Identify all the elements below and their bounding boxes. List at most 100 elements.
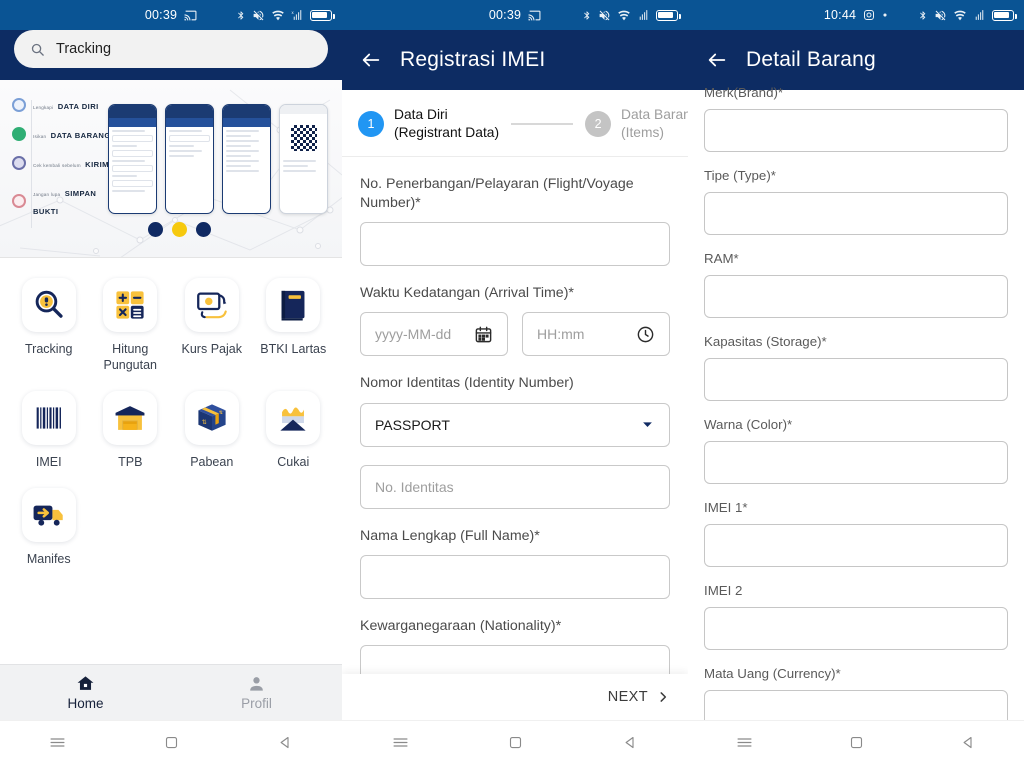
promo-banner[interactable]: Lengkapi DATA DIRI Isikan DATA BARANG Ce… [0, 80, 342, 258]
tab-home[interactable]: Home [0, 674, 171, 711]
status-bar-center: 00:39 [489, 8, 541, 22]
banner-rail [31, 100, 32, 228]
menu-item-pabean[interactable]: ⇅ ⇅ Pabean [171, 391, 253, 470]
kapasitas-input[interactable] [704, 357, 1008, 401]
triangle-back-icon[interactable] [623, 735, 638, 750]
stepper-connector [511, 123, 574, 125]
identity-type-select[interactable]: PASSPORT [360, 402, 670, 447]
battery-icon [656, 9, 681, 21]
android-nav-bar [0, 720, 342, 764]
arrival-date-input[interactable]: yyyy-MM-dd [360, 312, 508, 357]
flight-number-input[interactable] [360, 222, 670, 267]
triangle-back-icon[interactable] [961, 735, 976, 750]
triangle-back-icon[interactable] [278, 735, 293, 750]
menu-item-label: IMEI [35, 455, 62, 469]
banner-phone-mockups [108, 104, 328, 214]
ram-input[interactable] [704, 274, 1008, 318]
stepper-label-1-line1: Data Diri [394, 107, 448, 122]
wifi-icon [954, 10, 966, 20]
identity-number-input[interactable]: No. Identitas [360, 464, 670, 509]
menu-item-manifes[interactable]: Manifes [8, 488, 90, 567]
field-label-full-name: Nama Lengkap (Full Name)* [360, 527, 540, 544]
home-icon [77, 676, 94, 690]
arrival-datetime-row: yyyy-MM-dd HH:mm [360, 312, 670, 357]
stepper-label-2: Data Barang (Items) [621, 106, 688, 142]
tipe-input[interactable] [704, 191, 1008, 235]
menu-item-hitung-pungutan[interactable]: Hitung Pungutan [90, 278, 172, 373]
page-title: Detail Barang [746, 48, 876, 71]
banner-step-3-small: Cek kembali sebelum [33, 163, 81, 168]
menu-item-btki-lartas[interactable]: BTKI Lartas [253, 278, 335, 373]
merk-input[interactable] [704, 108, 1008, 152]
registration-form: No. Penerbangan/Pelayaran (Flight/Voyage… [342, 157, 688, 764]
banner-step-2-small: Isikan [33, 134, 47, 139]
page-title: Registrasi IMEI [400, 48, 546, 71]
signal-icon: x [292, 9, 302, 20]
menu-item-kurs-pajak[interactable]: Kurs Pajak [171, 278, 253, 373]
chevron-down-icon[interactable] [640, 417, 655, 432]
back-arrow-icon[interactable] [360, 49, 382, 71]
hamburger-icon[interactable] [736, 734, 753, 751]
home-search-header: Tracking [0, 30, 342, 80]
square-icon[interactable] [508, 735, 523, 750]
mute-icon [599, 10, 610, 20]
menu-item-label: Hitung Pungutan [103, 342, 158, 372]
signal-icon [975, 9, 984, 20]
tab-profil[interactable]: Profil [171, 674, 342, 711]
item-detail-panel: 10:44 Detail Barang Merk(Brand)* Tipe (T… [688, 0, 1024, 764]
next-button-bar: NEXT [342, 674, 688, 720]
banner-step-4-small: Jangan lupa [33, 192, 61, 197]
warehouse-icon [103, 391, 158, 445]
cast-icon [184, 10, 197, 20]
imei2-input[interactable] [704, 606, 1008, 650]
warna-input[interactable] [704, 440, 1008, 484]
stepper-circle-2[interactable]: 2 [585, 110, 612, 137]
step-dot-icon [12, 156, 26, 170]
truck-icon [21, 488, 76, 542]
imei1-input[interactable] [704, 523, 1008, 567]
calendar-icon[interactable] [474, 325, 493, 344]
banner-step-3-large: KIRIM [85, 160, 109, 169]
excise-icon [266, 391, 321, 445]
identity-type-value: PASSPORT [375, 416, 450, 433]
search-text: Tracking [56, 41, 112, 57]
menu-item-imei[interactable]: IMEI [8, 391, 90, 470]
battery-icon [310, 9, 335, 21]
banner-step-3: Cek kembali sebelum KIRIM [12, 154, 117, 172]
field-label-merk: Merk(Brand)* [704, 85, 784, 100]
svg-text:x: x [292, 9, 295, 14]
next-button[interactable]: NEXT [608, 689, 648, 705]
menu-item-tpb[interactable]: TPB [90, 391, 172, 470]
chevron-right-icon[interactable] [656, 690, 670, 704]
square-icon[interactable] [164, 735, 179, 750]
back-arrow-icon[interactable] [706, 49, 728, 71]
hamburger-icon[interactable] [392, 734, 409, 751]
square-icon[interactable] [849, 735, 864, 750]
menu-item-tracking[interactable]: Tracking [8, 278, 90, 373]
form-stepper: 1 Data Diri (Registrant Data) 2 Data Bar… [342, 90, 688, 157]
svg-text:⇅: ⇅ [219, 410, 223, 416]
bottom-tab-bar: Home Profil [0, 664, 342, 720]
field-label-flight-number: No. Penerbangan/Pelayaran (Flight/Voyage… [360, 175, 634, 212]
clock-icon[interactable] [636, 325, 655, 344]
search-input[interactable]: Tracking [14, 30, 328, 68]
stepper-circle-1[interactable]: 1 [358, 110, 384, 137]
menu-item-cukai[interactable]: Cukai [253, 391, 335, 470]
full-name-input[interactable] [360, 554, 670, 599]
banner-step-1: Lengkapi DATA DIRI [12, 96, 117, 114]
hamburger-icon[interactable] [49, 734, 66, 751]
banner-decoration-dots [148, 222, 211, 237]
arrival-time-input[interactable]: HH:mm [522, 312, 670, 357]
tab-label: Home [67, 696, 104, 711]
status-time: 00:39 [144, 8, 178, 22]
android-nav-bar [342, 720, 688, 764]
menu-item-label: Tracking [25, 342, 73, 356]
status-bar-center: 10:44 [824, 8, 888, 22]
menu-item-label: TPB [118, 455, 143, 469]
svg-text:⇅: ⇅ [202, 420, 207, 426]
field-label-mata-uang: Mata Uang (Currency)* [704, 665, 841, 681]
arrival-time-placeholder: HH:mm [537, 326, 585, 343]
barcode-icon [21, 391, 76, 445]
banner-step-2: Isikan DATA BARANG [12, 125, 117, 143]
camera-icon [864, 10, 875, 20]
